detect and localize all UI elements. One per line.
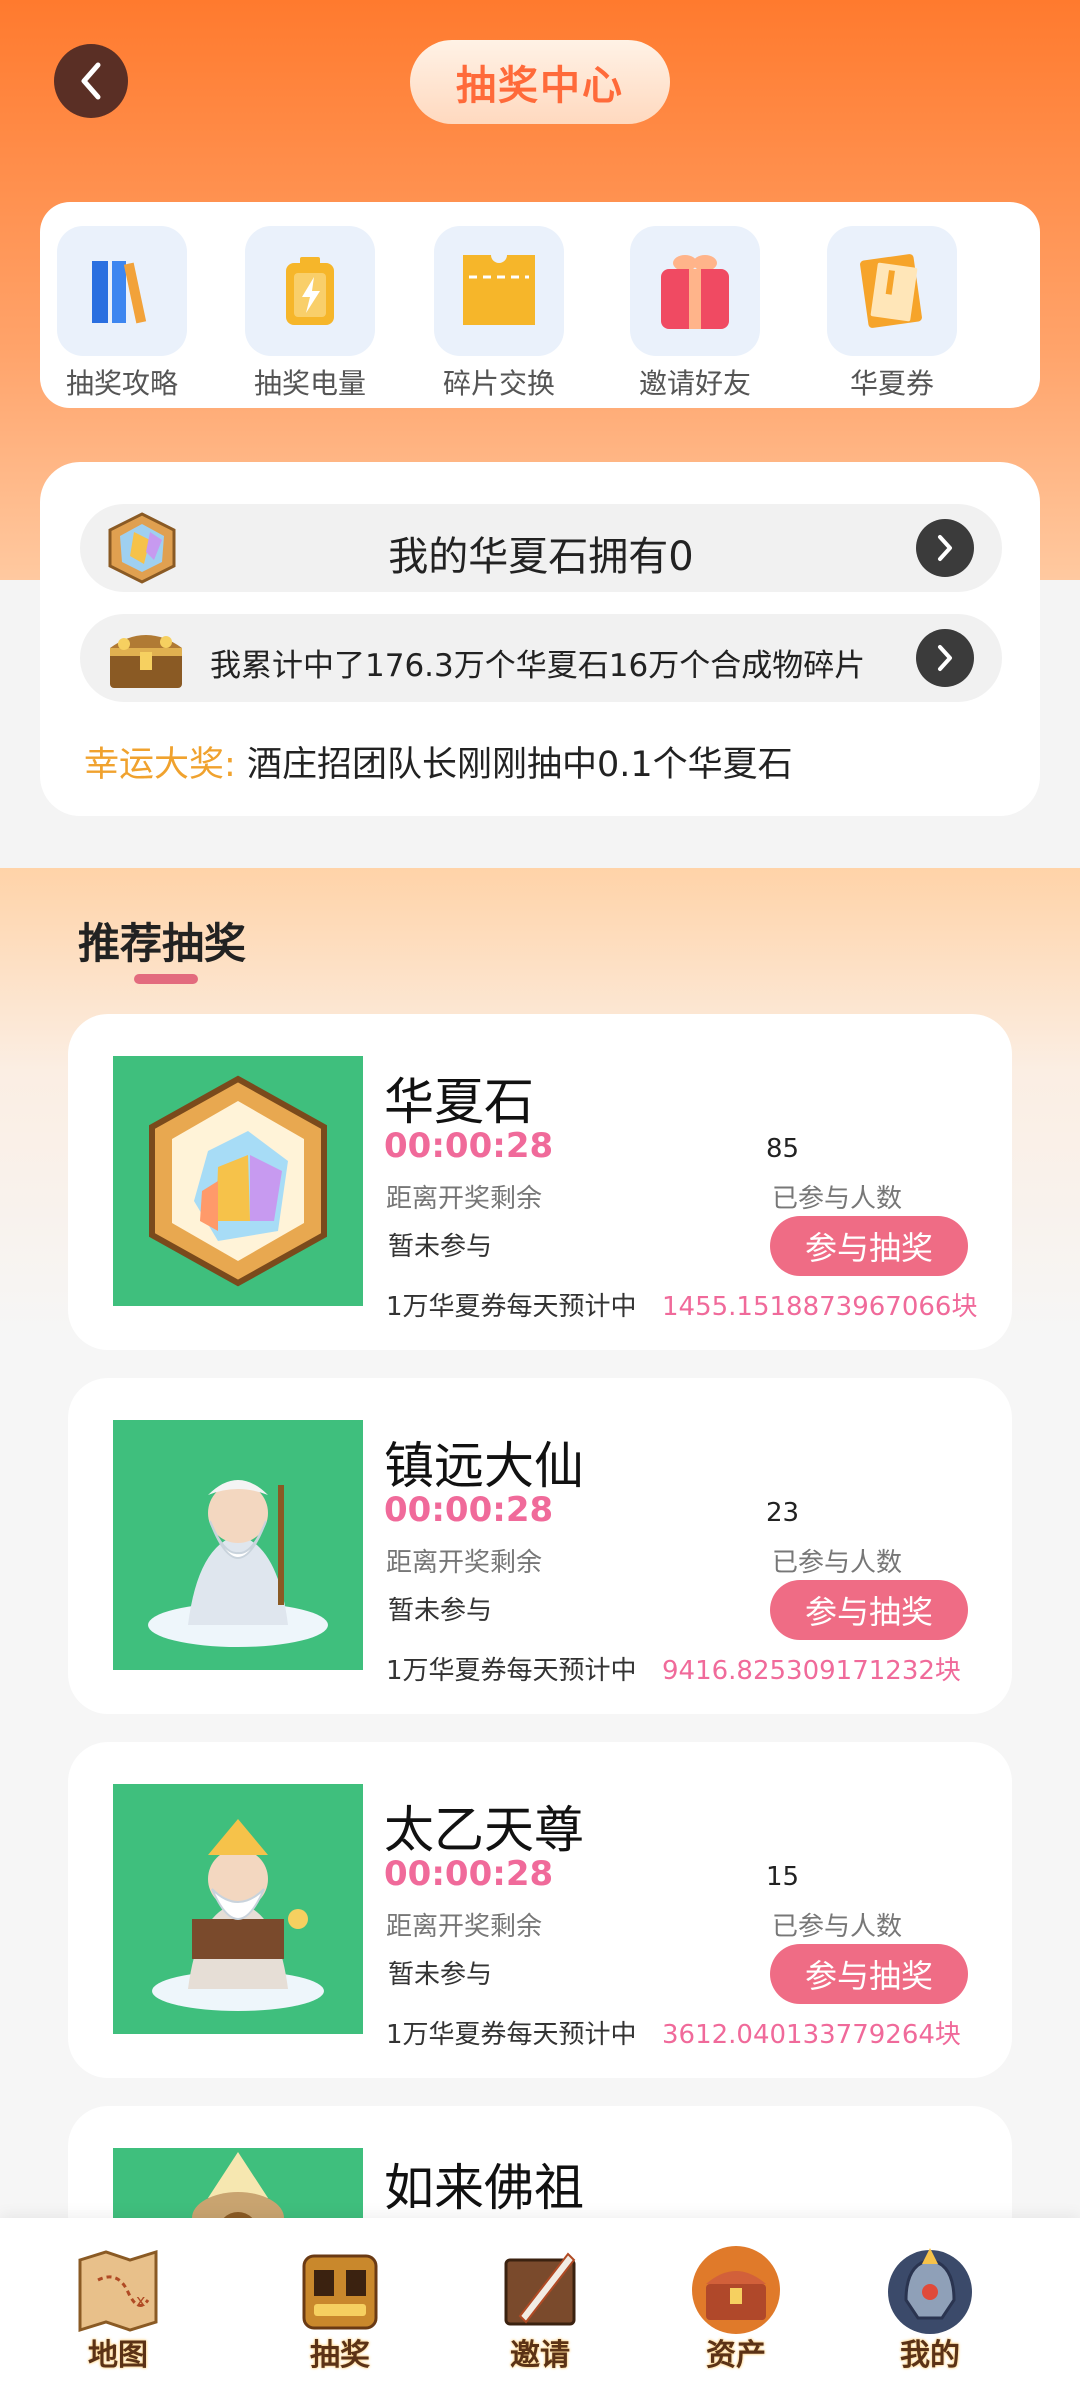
books-icon xyxy=(57,226,187,356)
participant-count-label: 已参与人数 xyxy=(772,1184,903,1214)
quick-link-label: 邀请好友 xyxy=(638,367,751,400)
daily-expected-value: 9416.825309171232块 xyxy=(662,1656,961,1686)
quick-link-lottery-guide[interactable]: 抽奖攻略 xyxy=(52,226,192,402)
section-underline xyxy=(134,974,198,984)
cumulative-arrow-button[interactable] xyxy=(916,629,974,687)
chevron-right-icon xyxy=(938,645,952,671)
join-lottery-button[interactable]: 参与抽奖 xyxy=(770,1944,968,2004)
countdown-label: 距离开奖剩余 xyxy=(386,1548,543,1578)
participant-count: 15 xyxy=(766,1862,800,1892)
participant-count: 23 xyxy=(766,1498,800,1528)
countdown-label: 距离开奖剩余 xyxy=(386,1184,543,1214)
cumulative-winnings-row[interactable]: 我累计中了176.3万个华夏石16万个合成物碎片 xyxy=(80,614,1002,702)
prize-name: 镇远大仙 xyxy=(384,1437,584,1495)
countdown-label: 距离开奖剩余 xyxy=(386,1912,543,1942)
treasure-chest-icon xyxy=(110,635,182,688)
stones-owned-row[interactable]: 我的华夏石拥有0 xyxy=(80,504,1002,592)
prize-name: 华夏石 xyxy=(384,1073,534,1131)
daily-expected-label: 1万华夏券每天预计中 xyxy=(386,2020,637,2050)
prize-image xyxy=(113,1420,363,1670)
back-button[interactable] xyxy=(54,44,128,118)
participant-count-label: 已参与人数 xyxy=(772,1548,903,1578)
battery-icon xyxy=(245,226,375,356)
quick-link-fragment-exchange[interactable]: 碎片交换 xyxy=(429,226,569,402)
prize-name: 太乙天尊 xyxy=(384,1801,584,1859)
join-lottery-button[interactable]: 参与抽奖 xyxy=(770,1580,968,1640)
svg-text:x: x xyxy=(136,2291,145,2310)
participant-count: 85 xyxy=(766,1134,800,1164)
quick-links-card: 抽奖攻略 抽奖电量 碎片交换 邀请好友 华夏券 xyxy=(40,202,1040,408)
stones-owned-text: 我的华夏石拥有0 xyxy=(388,534,694,580)
coupon-icon xyxy=(827,226,957,356)
nav-item-lottery[interactable]: 抽奖 xyxy=(280,2240,400,2374)
participant-count-label: 已参与人数 xyxy=(772,1912,903,1942)
countdown-timer: 00:00:28 xyxy=(384,1126,554,1166)
participation-status: 暂未参与 xyxy=(388,1596,493,1626)
daily-expected-label: 1万华夏券每天预计中 xyxy=(386,1292,637,1322)
chevron-left-icon xyxy=(81,62,101,100)
quick-link-label: 抽奖攻略 xyxy=(65,367,178,400)
immortal-character-icon xyxy=(152,1819,324,2011)
quick-link-label: 碎片交换 xyxy=(442,367,555,400)
stone-info-card: 我的华夏石拥有0 我累计中了176.3万个华夏石16万个合成物碎片 幸运大奖: … xyxy=(40,462,1040,816)
prize-card[interactable]: 太乙天尊 00:00:28 距离开奖剩余 暂未参与 15 已参与人数 参与抽奖 … xyxy=(68,1742,1012,2078)
gift-icon xyxy=(630,226,760,356)
daily-expected-label: 1万华夏券每天预计中 xyxy=(386,1656,637,1686)
lucky-prize-row: 幸运大奖: 酒庄招团队长刚刚抽中0.1个华夏石 xyxy=(84,736,793,787)
participation-status: 暂未参与 xyxy=(388,1960,493,1990)
lucky-prize-label: 幸运大奖: xyxy=(84,745,236,785)
nav-item-invite[interactable]: 邀请 xyxy=(480,2240,600,2374)
slot-machine-icon xyxy=(290,2240,390,2340)
participation-status: 暂未参与 xyxy=(388,1232,493,1262)
prize-name: 如来佛祖 xyxy=(384,2159,584,2217)
section-title: 推荐抽奖 xyxy=(78,919,247,968)
helmet-icon xyxy=(880,2240,980,2340)
daily-expected-value: 3612.040133779264块 xyxy=(662,2020,961,2050)
nav-item-map[interactable]: x 地图 xyxy=(58,2240,178,2374)
map-icon: x xyxy=(68,2240,168,2340)
bottom-navigation: x 地图 抽奖 邀请 资产 我的 xyxy=(0,2218,1080,2400)
quick-link-huaxia-coupon[interactable]: 华夏券 xyxy=(822,226,962,402)
nav-item-mine[interactable]: 我的 xyxy=(870,2240,990,2374)
prize-card[interactable]: 华夏石 00:00:28 距离开奖剩余 暂未参与 85 已参与人数 参与抽奖 1… xyxy=(68,1014,1012,1350)
crystal-icon xyxy=(149,1075,327,1287)
cumulative-winnings-text: 我累计中了176.3万个华夏石16万个合成物碎片 xyxy=(210,648,866,684)
quick-link-invite-friends[interactable]: 邀请好友 xyxy=(625,226,765,402)
stones-owned-arrow-button[interactable] xyxy=(916,519,974,577)
prize-image xyxy=(113,1056,363,1306)
quick-link-label: 抽奖电量 xyxy=(253,367,366,400)
immortal-character-icon xyxy=(148,1480,328,1647)
join-lottery-button[interactable]: 参与抽奖 xyxy=(770,1216,968,1276)
lucky-prize-text: 酒庄招团队长刚刚抽中0.1个华夏石 xyxy=(246,745,793,785)
daily-expected-value: 1455.1518873967066块 xyxy=(662,1292,978,1322)
nav-item-assets[interactable]: 资产 xyxy=(676,2240,796,2374)
quick-link-lottery-power[interactable]: 抽奖电量 xyxy=(240,226,380,402)
page-title: 抽奖中心 xyxy=(410,40,670,124)
countdown-timer: 00:00:28 xyxy=(384,1490,554,1530)
prize-card[interactable]: 镇远大仙 00:00:28 距离开奖剩余 暂未参与 23 已参与人数 参与抽奖 … xyxy=(68,1378,1012,1714)
ticket-icon xyxy=(434,226,564,356)
countdown-timer: 00:00:28 xyxy=(384,1854,554,1894)
scroll-quill-icon xyxy=(490,2240,590,2340)
prize-image xyxy=(113,1784,363,2034)
chevron-right-icon xyxy=(938,535,952,561)
treasure-chest-icon xyxy=(686,2240,786,2340)
quick-link-label: 华夏券 xyxy=(849,367,934,400)
